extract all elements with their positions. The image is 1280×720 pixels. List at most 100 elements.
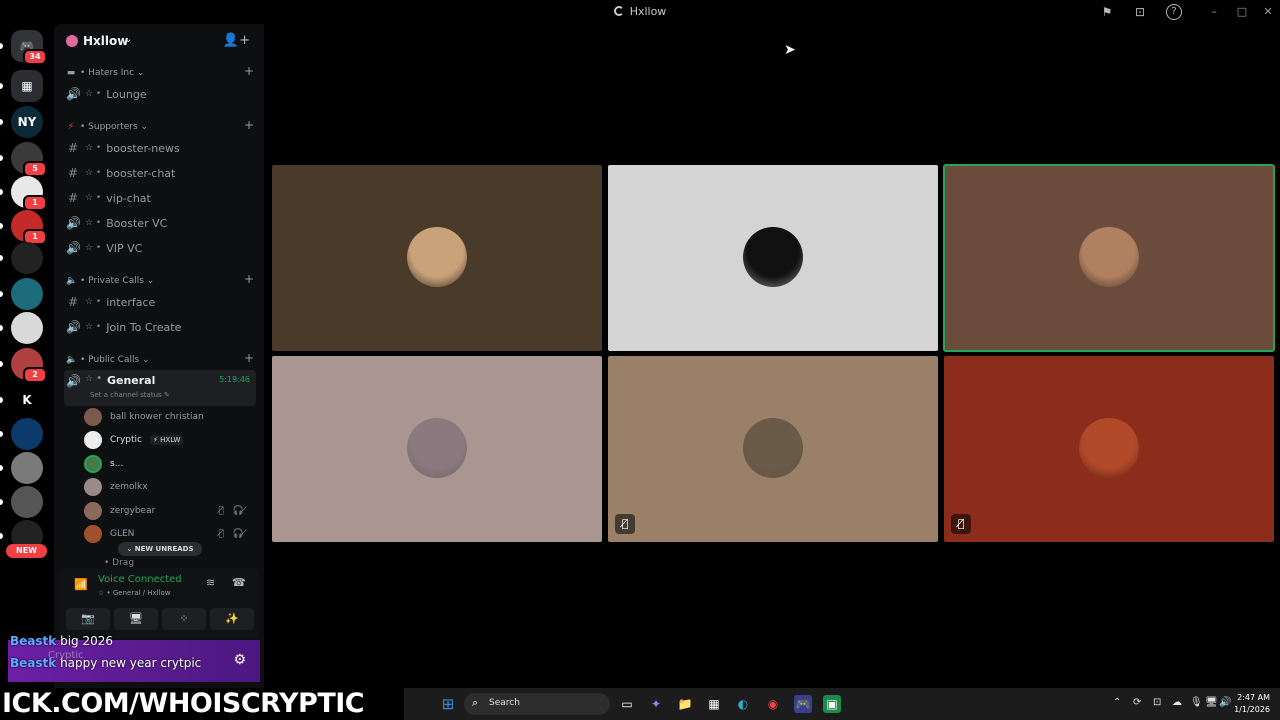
stream-icon[interactable]: ⊡ [1132,4,1148,20]
server-icon-server-7[interactable] [11,278,43,310]
avatar [84,502,102,520]
create-channel-icon[interactable]: + [244,351,254,365]
microphone-icon[interactable]: 🎙 [1190,697,1203,708]
voice-user[interactable]: s... [84,454,256,474]
channel-status-input[interactable]: Set a channel status ✎ [90,391,170,399]
voice-stage: ➤ 🖥̸ 🖥̸ [264,24,1280,688]
file-explorer-icon[interactable]: 📁 [676,695,694,713]
close-button[interactable]: ✕ [1258,3,1278,21]
channel-vip-vc[interactable]: 🔊 ☆ • VIP VC [64,238,256,258]
server-icon-server-11[interactable] [11,418,43,450]
noise-suppression-icon[interactable]: ≋ [206,576,215,589]
chat-message: Beastk big 2026 [10,634,113,648]
server-icon-server-4[interactable]: 1 [11,176,47,211]
channel-booster-chat[interactable]: # ☆ • booster-chat [64,163,256,183]
voice-user[interactable]: ball knower christian [84,407,256,427]
server-icon-server-12[interactable] [11,452,43,484]
server-icon-server-9[interactable]: 2 [11,348,47,383]
create-channel-icon[interactable]: + [244,118,254,132]
voice-user[interactable]: Cryptic ⚡ HXLW [84,430,256,450]
server-icon-server-3[interactable]: 5 [11,142,47,177]
voice-user[interactable]: zemolkx [84,477,256,497]
voice-user[interactable]: zergybear 🎙̸ 🎧̸ [84,501,256,521]
muted-deafened-icon: 🎙̸ 🎧̸ [218,506,250,516]
channel-interface[interactable]: # ☆ • interface [64,292,256,312]
server-avatar [11,242,43,274]
server-icon-server-8[interactable] [11,312,43,344]
create-channel-icon[interactable]: + [244,272,254,286]
help-icon[interactable]: ? [1166,4,1182,20]
category-public-calls[interactable]: 🔈 • Public Calls ⌄ [66,353,150,367]
display-icon[interactable]: 🖥 [1205,697,1218,708]
speaker-icon: 🔊 [66,241,81,255]
edge-icon[interactable]: ◐ [734,695,752,713]
server-header[interactable]: Hxllow ⌄ 👤+ [54,24,264,58]
server-icon-server-kick[interactable]: K [11,384,43,416]
channel-general[interactable]: 🔊 ☆ • General 5:19:46 Set a channel stat… [64,370,256,406]
unread-pill [0,325,3,331]
store-icon[interactable]: ▦ [705,695,723,713]
tray-overflow-icon[interactable]: ⌃ [1113,697,1121,708]
star-icon: ☆ • [85,243,102,253]
maximize-button[interactable]: □ [1232,3,1252,21]
sync-icon[interactable]: ⟳ [1133,697,1141,708]
server-icon-server-ny[interactable]: NY [11,106,43,138]
participant-tile-4[interactable] [272,356,602,542]
server-icon-server-6[interactable] [11,242,43,274]
star-icon: ☆ • [85,297,102,307]
task-view-icon[interactable]: ▭ [618,695,636,713]
new-unreads-button[interactable]: ⌄ NEW UNREADS [118,542,202,556]
channel-join-to-create[interactable]: 🔊 ☆ • Join To Create [64,317,256,337]
category-private-calls[interactable]: 🔈 • Private Calls ⌄ [66,274,154,288]
participant-tile-1[interactable] [272,165,602,351]
invite-people-icon[interactable]: 👤+ [223,33,250,48]
chrome-icon[interactable]: ◉ [764,695,782,713]
minimize-button[interactable]: – [1204,3,1224,21]
category-haters-inc[interactable]: ▬ • Haters Inc ⌄ [66,66,145,80]
voice-user[interactable]: GLEN 🎙̸ 🎧̸ [84,524,256,544]
channel-booster-news[interactable]: # ☆ • booster-news [64,138,256,158]
unread-pill [0,189,3,195]
guild-tag: ⚡ HXLW [150,435,184,445]
camera-button[interactable]: 📷 [66,608,110,630]
participant-tile-6[interactable]: 🖥̸ [944,356,1274,542]
clock-date[interactable]: 1/1/2026 [1228,705,1270,714]
clock-time[interactable]: 2:47 AM [1234,693,1270,702]
create-channel-icon[interactable]: + [244,64,254,78]
tray-app-icon[interactable]: ⊡ [1153,697,1161,708]
server-icon-server-1[interactable]: ▦ [11,70,43,102]
channel-vip-chat[interactable]: # ☆ • vip-chat [64,188,256,208]
new-badge[interactable]: NEW [6,544,47,558]
start-icon[interactable]: ⊞ [439,695,457,713]
channel-label: booster-news [106,141,180,155]
signal-icon[interactable]: 📶 [74,578,88,591]
server-icon-direct-messages[interactable]: 🎮 34 [11,30,47,65]
unread-pill [0,431,3,437]
channel-lounge[interactable]: 🔊 ☆ • Lounge [64,84,256,104]
copilot-icon[interactable]: ✦ [647,695,665,713]
category-supporters[interactable]: ⚡ • Supporters ⌄ [66,120,148,134]
server-icon-server-5[interactable]: 1 [11,210,47,245]
server-icon-server-13[interactable] [11,486,43,518]
channel-booster-vc[interactable]: 🔊 ☆ • Booster VC [64,213,256,233]
cloud-icon[interactable]: ☁ [1172,697,1182,708]
participant-tile-2[interactable] [608,165,938,351]
channel-partial[interactable]: • Drag [104,558,134,568]
activities-button[interactable]: ⁘ [162,608,206,630]
gear-icon[interactable]: ⚙ [233,652,246,668]
star-icon: ☆ • [85,193,102,203]
discord-icon[interactable]: 🎮 [794,695,812,713]
taskbar-search[interactable]: ⌕ Search [464,693,610,715]
screen-share-button[interactable]: 🖥 [114,608,158,630]
participant-tile-5[interactable]: 🖥̸ [608,356,938,542]
inbox-icon[interactable]: ⚑ [1099,4,1115,20]
voice-status[interactable]: Voice Connected [98,574,182,585]
disconnect-icon[interactable]: ☎ [232,576,246,589]
avatar [84,525,102,543]
voice-channel-path[interactable]: ☆ • General / Hxllow [98,589,171,597]
participant-avatar [407,227,467,287]
star-icon: ☆ • [85,374,102,384]
soundboard-button[interactable]: ✨ [210,608,254,630]
participant-tile-3[interactable] [943,164,1275,352]
app-icon[interactable]: ▣ [823,695,841,713]
